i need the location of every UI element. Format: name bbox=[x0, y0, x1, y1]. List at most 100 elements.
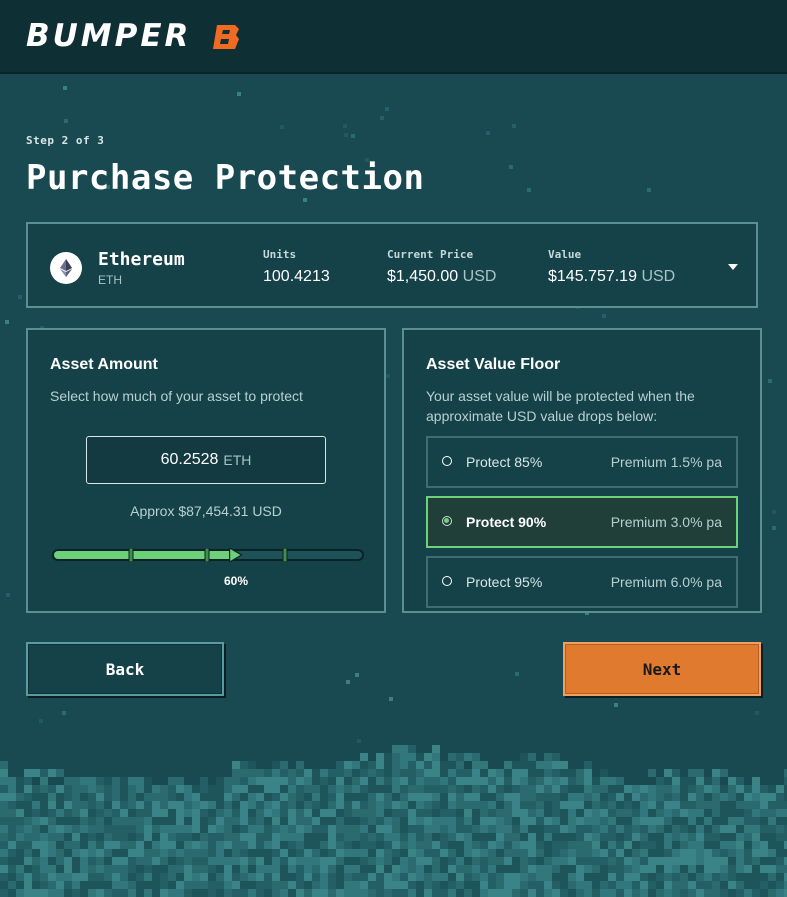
ground-pixel bbox=[296, 873, 304, 881]
ground-pixel bbox=[88, 825, 96, 833]
star-speck bbox=[527, 188, 531, 192]
ground-pixel bbox=[720, 849, 728, 857]
ground-pixel bbox=[520, 865, 528, 873]
ground-pixel bbox=[536, 873, 544, 881]
ground-pixel bbox=[768, 865, 776, 873]
slider-tick bbox=[282, 548, 288, 562]
slider-tick bbox=[204, 548, 210, 562]
radio-button[interactable] bbox=[442, 576, 452, 586]
ground-pixel bbox=[136, 841, 144, 849]
asset-selector[interactable]: Ethereum ETH Units 100.4213 Current Pric… bbox=[26, 222, 758, 308]
ground-pixel bbox=[72, 873, 80, 881]
ground-pixel bbox=[64, 833, 72, 841]
ground-pixel bbox=[104, 857, 112, 865]
ground-pixel bbox=[712, 801, 720, 809]
ground-pixel bbox=[280, 793, 288, 801]
ground-pixel bbox=[552, 761, 560, 769]
protection-amount-slider[interactable] bbox=[52, 548, 364, 562]
ground-pixel bbox=[384, 873, 392, 881]
ground-pixel bbox=[744, 841, 752, 849]
ground-pixel bbox=[464, 817, 472, 825]
ground-pixel bbox=[376, 889, 384, 897]
ground-pixel bbox=[216, 841, 224, 849]
ground-pixel bbox=[120, 777, 128, 785]
back-button[interactable]: Back bbox=[26, 642, 224, 696]
ground-pixel bbox=[80, 777, 88, 785]
ground-pixel bbox=[608, 881, 616, 889]
ethereum-icon bbox=[50, 252, 82, 284]
ground-pixel bbox=[680, 873, 688, 881]
ground-pixel bbox=[744, 849, 752, 857]
ground-pixel bbox=[256, 857, 264, 865]
ground-pixel bbox=[56, 857, 64, 865]
ground-pixel bbox=[24, 889, 32, 897]
protect-option-95[interactable]: Protect 95% Premium 6.0% pa bbox=[426, 556, 738, 608]
ground-pixel bbox=[416, 841, 424, 849]
radio-button[interactable] bbox=[442, 456, 452, 466]
ground-pixel bbox=[272, 801, 280, 809]
ground-pixel bbox=[456, 857, 464, 865]
ground-pixel bbox=[120, 809, 128, 817]
ground-pixel bbox=[688, 833, 696, 841]
ground-pixel bbox=[432, 753, 440, 761]
ground-pixel bbox=[664, 793, 672, 801]
chevron-down-icon[interactable] bbox=[728, 264, 738, 270]
ground-pixel bbox=[736, 809, 744, 817]
ground-pixel bbox=[120, 881, 128, 889]
ground-pixel bbox=[184, 857, 192, 865]
bumper-b-logo-icon[interactable] bbox=[211, 24, 241, 50]
ground-pixel bbox=[576, 841, 584, 849]
ground-pixel bbox=[536, 785, 544, 793]
ground-pixel bbox=[544, 801, 552, 809]
ground-pixel bbox=[96, 809, 104, 817]
ground-pixel bbox=[400, 809, 408, 817]
ground-pixel bbox=[512, 769, 520, 777]
ground-pixel bbox=[584, 825, 592, 833]
ground-pixel bbox=[0, 769, 8, 777]
ground-pixel bbox=[240, 857, 248, 865]
ground-pixel bbox=[400, 881, 408, 889]
protect-option-85[interactable]: Protect 85% Premium 1.5% pa bbox=[426, 436, 738, 488]
ground-pixel bbox=[432, 817, 440, 825]
ground-pixel bbox=[640, 793, 648, 801]
asset-amount-input[interactable]: 60.2528 ETH bbox=[86, 436, 326, 484]
ground-pixel bbox=[416, 881, 424, 889]
ground-pixel bbox=[272, 809, 280, 817]
ground-pixel bbox=[656, 873, 664, 881]
ground-pixel bbox=[24, 841, 32, 849]
radio-button-selected[interactable] bbox=[442, 516, 452, 526]
ground-pixel bbox=[760, 849, 768, 857]
ground-pixel bbox=[304, 833, 312, 841]
ground-pixel bbox=[208, 865, 216, 873]
ground-pixel bbox=[536, 817, 544, 825]
ground-pixel bbox=[200, 857, 208, 865]
ground-pixel bbox=[488, 793, 496, 801]
ground-pixel bbox=[536, 825, 544, 833]
ground-pixel bbox=[656, 793, 664, 801]
ground-pixel bbox=[240, 809, 248, 817]
ground-pixel bbox=[552, 777, 560, 785]
ground-pixel bbox=[440, 785, 448, 793]
value-floor-description: Your asset value will be protected when … bbox=[426, 388, 695, 424]
ground-pixel bbox=[280, 865, 288, 873]
ground-pixel bbox=[752, 777, 760, 785]
ground-pixel bbox=[584, 833, 592, 841]
protect-option-90[interactable]: Protect 90% Premium 3.0% pa bbox=[426, 496, 738, 548]
ground-pixel bbox=[448, 769, 456, 777]
ground-pixel bbox=[768, 841, 776, 849]
ground-pixel bbox=[200, 777, 208, 785]
ground-pixel bbox=[624, 849, 632, 857]
ground-pixel bbox=[48, 881, 56, 889]
next-button[interactable]: Next bbox=[563, 642, 761, 696]
brand-logo-text[interactable]: BUMPER bbox=[26, 18, 191, 54]
ground-pixel bbox=[408, 817, 416, 825]
star-speck bbox=[62, 711, 66, 715]
ground-pixel bbox=[88, 881, 96, 889]
ground-pixel bbox=[72, 825, 80, 833]
ground-pixel bbox=[384, 777, 392, 785]
ground-pixel bbox=[216, 793, 224, 801]
ground-pixel bbox=[688, 793, 696, 801]
ground-pixel bbox=[320, 889, 328, 897]
ground-pixel bbox=[64, 849, 72, 857]
ground-pixel bbox=[256, 785, 264, 793]
